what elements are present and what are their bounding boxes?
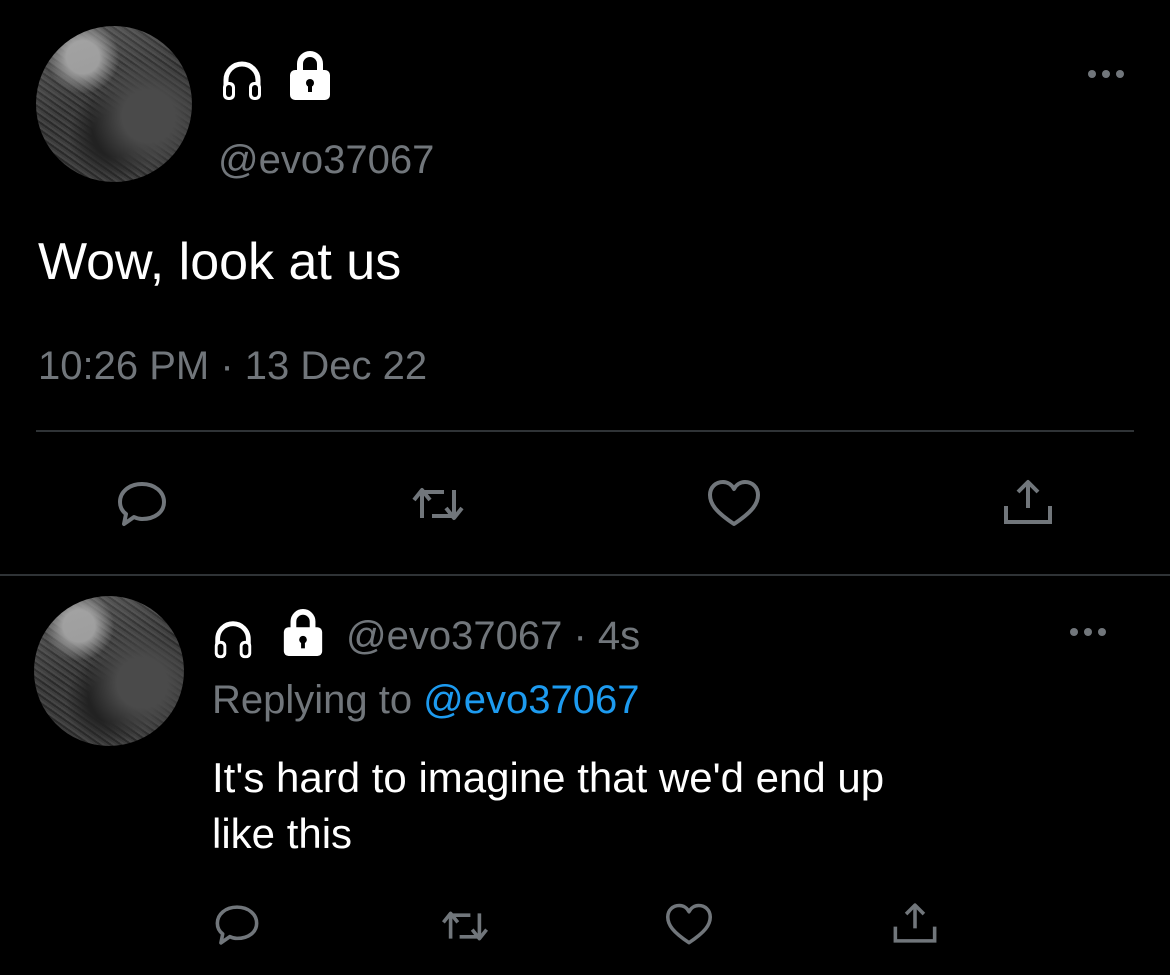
retweet-icon[interactable]: [408, 478, 468, 530]
headphones-icon: [218, 56, 266, 104]
headphones-icon: [210, 616, 256, 662]
tweet-text: Wow, look at us: [38, 233, 402, 291]
reply-icon[interactable]: [212, 900, 262, 950]
like-icon[interactable]: [706, 478, 762, 530]
reply-time[interactable]: 4s: [598, 614, 640, 659]
tweet-divider: [36, 430, 1134, 432]
share-icon[interactable]: [890, 898, 940, 948]
avatar[interactable]: [34, 596, 184, 746]
section-divider: [0, 574, 1170, 576]
more-icon[interactable]: [1068, 624, 1108, 640]
replying-label: Replying to: [212, 678, 413, 722]
like-icon[interactable]: [664, 902, 714, 948]
reply-icon[interactable]: [114, 476, 170, 532]
replying-handle-link[interactable]: @evo37067: [423, 678, 639, 723]
tweet-handle[interactable]: @evo37067: [218, 138, 434, 183]
reply-text-line-1: It's hard to imagine that we'd end up: [212, 754, 885, 801]
tweet-timestamp[interactable]: 10:26 PM · 13 Dec 22: [38, 344, 427, 389]
more-icon[interactable]: [1086, 66, 1126, 82]
reply-handle[interactable]: @evo37067: [346, 614, 562, 659]
retweet-icon[interactable]: [438, 902, 492, 950]
avatar[interactable]: [36, 26, 192, 182]
lock-icon: [280, 608, 326, 658]
lock-icon: [286, 50, 334, 102]
share-icon[interactable]: [1000, 474, 1056, 530]
reply-text-line-2: like this: [212, 810, 353, 857]
replying-to: Replying to @evo37067: [212, 678, 639, 723]
reply-meta: @evo37067 · 4s: [346, 614, 640, 659]
meta-separator: ·: [562, 614, 598, 658]
